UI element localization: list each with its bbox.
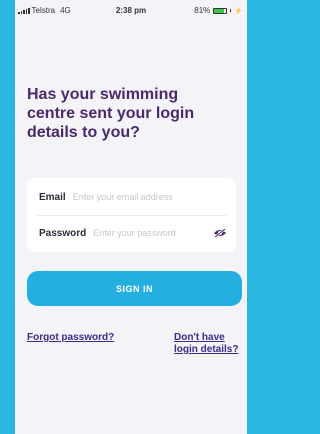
password-label: Password	[39, 227, 87, 239]
email-field[interactable]	[72, 192, 228, 202]
battery-fill	[214, 8, 224, 13]
password-row: Password	[39, 223, 228, 243]
form-divider	[37, 215, 226, 216]
login-form-card: Email Password	[27, 178, 236, 252]
phone-screen: Telstra 4G 2:38 pm 81% ⚡ Has your swimmi…	[15, 0, 247, 434]
email-label: Email	[39, 191, 66, 203]
status-right: 81% ⚡	[194, 6, 243, 15]
forgot-password-link[interactable]: Forgot password?	[27, 332, 114, 343]
battery-tip	[230, 9, 232, 12]
no-login-details-link[interactable]: Don't have login details?	[174, 332, 246, 356]
battery-icon	[213, 7, 228, 14]
bolt-icon: ⚡	[234, 7, 243, 15]
sign-in-button[interactable]: SIGN IN	[27, 271, 242, 306]
password-field[interactable]	[93, 228, 212, 238]
login-headline: Has your swimming centre sent your login…	[27, 86, 195, 141]
battery-percent: 81%	[194, 6, 211, 15]
email-row: Email	[39, 187, 228, 207]
eye-hidden-icon[interactable]	[212, 225, 228, 241]
status-bar: Telstra 4G 2:38 pm 81% ⚡	[15, 0, 247, 22]
